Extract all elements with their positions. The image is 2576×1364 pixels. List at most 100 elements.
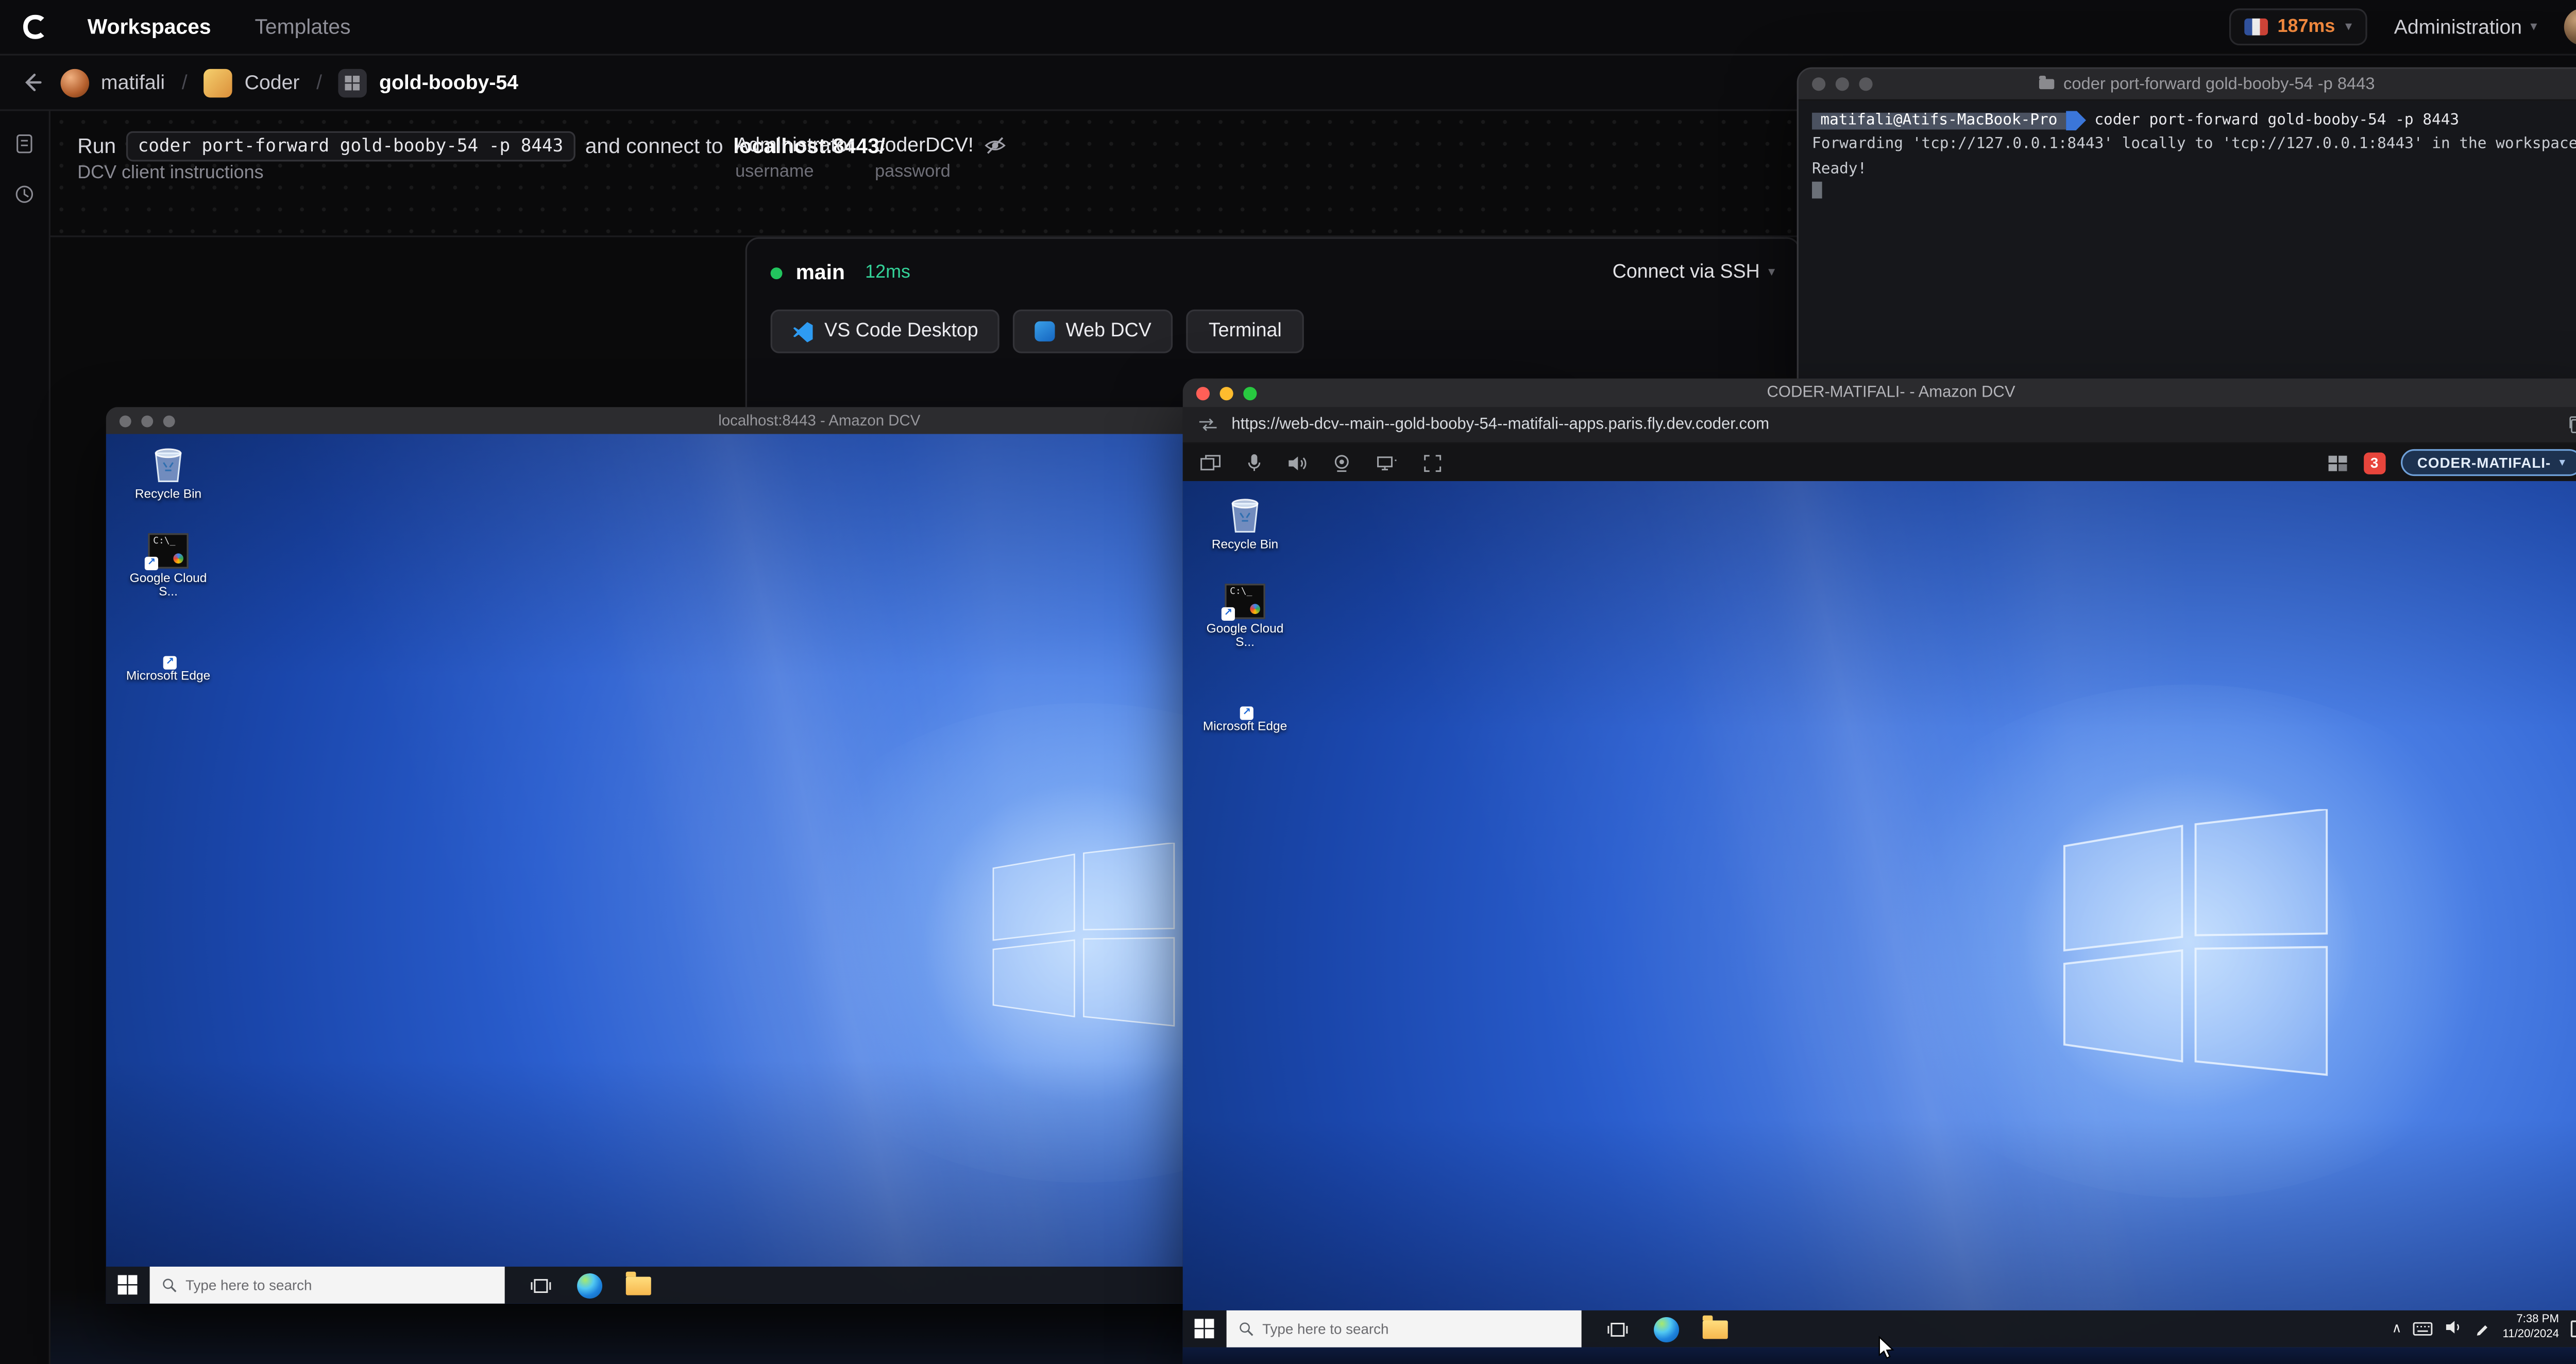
vscode-icon bbox=[793, 321, 813, 342]
copy-icon[interactable] bbox=[2567, 416, 2576, 434]
topbar-right: 187ms ▾ Administration ▾ ▾ bbox=[2228, 8, 2576, 46]
eye-off-icon[interactable] bbox=[984, 135, 1005, 154]
connect-label: and connect to bbox=[585, 134, 723, 158]
web-dcv-button[interactable]: Web DCV bbox=[1013, 309, 1174, 353]
edge-taskbar-icon[interactable] bbox=[1652, 1310, 1679, 1348]
url-text[interactable]: https://web-dcv--main--gold-booby-54--ma… bbox=[1231, 416, 2554, 434]
keyboard-icon[interactable] bbox=[2413, 1314, 2433, 1344]
breadcrumb-org[interactable]: Coder bbox=[204, 68, 299, 97]
stage: Workspaces Templates 187ms ▾ Administrat… bbox=[0, 0, 2576, 1364]
taskbar-search[interactable] bbox=[149, 1266, 505, 1304]
shortcut-arrow-icon: ↗ bbox=[144, 556, 158, 570]
back-button[interactable] bbox=[20, 71, 44, 94]
url-bar: https://web-dcv--main--gold-booby-54--ma… bbox=[1182, 407, 2576, 445]
taskbar-search[interactable] bbox=[1226, 1310, 1582, 1348]
agent-actions: VS Code Desktop Web DCV Terminal bbox=[747, 284, 1799, 353]
windows-session-icon[interactable] bbox=[1199, 453, 1221, 472]
france-flag-icon bbox=[2244, 18, 2267, 36]
pen-icon[interactable] bbox=[2476, 1314, 2490, 1344]
audit-log-icon[interactable] bbox=[13, 133, 35, 155]
user-avatar bbox=[2564, 8, 2576, 46]
file-explorer-icon[interactable] bbox=[624, 1267, 651, 1304]
task-view-icon[interactable] bbox=[527, 1267, 553, 1304]
task-view-icon[interactable] bbox=[1603, 1310, 1630, 1348]
left-rail bbox=[0, 111, 50, 1364]
window-controls bbox=[1812, 77, 1873, 91]
terminal-titlebar[interactable]: coder port-forward gold-booby-54 -p 8443 bbox=[1798, 69, 2576, 101]
terminal-button[interactable]: Terminal bbox=[1187, 309, 1304, 353]
session-menu-button[interactable]: CODER-MATIFALI- ▾ bbox=[2400, 449, 2576, 476]
minimize-button[interactable] bbox=[1835, 77, 1849, 91]
vscode-desktop-button[interactable]: VS Code Desktop bbox=[770, 309, 1001, 353]
windows-desktop[interactable]: Recycle Bin C:\_ ↗ Google Cloud S... ↗ Mi… bbox=[1182, 481, 2576, 1364]
coder-topbar: Workspaces Templates 187ms ▾ Administrat… bbox=[0, 0, 2576, 56]
start-button[interactable] bbox=[1183, 1310, 1227, 1348]
latency-chip[interactable]: 187ms ▾ bbox=[2228, 8, 2367, 46]
breadcrumb-separator: / bbox=[316, 71, 323, 94]
terminal-line: Ready! bbox=[1812, 161, 1867, 178]
search-input[interactable] bbox=[1262, 1320, 1570, 1338]
screenshare-icon[interactable] bbox=[2327, 453, 2348, 472]
start-button[interactable] bbox=[106, 1267, 150, 1304]
password-value: coderDCV! bbox=[875, 132, 974, 157]
connect-via-ssh-button[interactable]: Connect via SSH ▾ bbox=[1613, 262, 1775, 282]
password-label: password bbox=[875, 161, 951, 182]
zoom-button[interactable] bbox=[1243, 386, 1257, 400]
shortcut-arrow-icon: ↗ bbox=[1221, 606, 1235, 620]
google-cloud-shell-icon[interactable]: C:\_ ↗ Google Cloud S... bbox=[1198, 575, 1292, 651]
history-icon[interactable] bbox=[13, 183, 35, 205]
recycle-bin-icon[interactable]: Recycle Bin bbox=[1198, 491, 1292, 553]
terminal-output[interactable]: matifali@Atifs-MacBook-Pro coder port-for… bbox=[1799, 101, 2576, 216]
file-explorer-icon[interactable] bbox=[1701, 1310, 1728, 1348]
minimize-button[interactable] bbox=[1219, 386, 1233, 400]
action-center-icon[interactable] bbox=[2570, 1320, 2576, 1338]
port-forward-command[interactable]: coder port-forward gold-booby-54 -p 8443 bbox=[126, 131, 575, 162]
microsoft-edge-icon[interactable]: ↗ Microsoft Edge bbox=[1198, 673, 1292, 735]
search-input[interactable] bbox=[185, 1276, 493, 1294]
speaker-icon[interactable] bbox=[1287, 453, 1307, 472]
administration-label: Administration bbox=[2394, 15, 2522, 39]
administration-menu[interactable]: Administration ▾ bbox=[2394, 15, 2537, 39]
nav-templates[interactable]: Templates bbox=[255, 15, 350, 39]
password-credential: coderDCV! password bbox=[875, 133, 1006, 182]
terminal-cursor bbox=[1812, 182, 1822, 199]
user-menu[interactable]: ▾ bbox=[2564, 8, 2576, 46]
username-label: username bbox=[735, 161, 814, 182]
google-cloud-shell-icon[interactable]: C:\_ ↗ Google Cloud S... bbox=[121, 524, 215, 601]
notification-badge[interactable]: 3 bbox=[2363, 451, 2385, 474]
system-tray: ∧ 7:38 PM 11/20/2024 bbox=[2392, 1310, 2576, 1348]
username-value: Administrator bbox=[735, 132, 854, 157]
close-button[interactable] bbox=[1812, 77, 1826, 91]
volume-icon[interactable] bbox=[2445, 1314, 2464, 1344]
edge-taskbar-icon[interactable] bbox=[575, 1267, 602, 1304]
tray-date: 11/20/2024 bbox=[2502, 1328, 2559, 1341]
zoom-button[interactable] bbox=[1859, 77, 1873, 91]
terminal-command: coder port-forward gold-booby-54 -p 8443 bbox=[2094, 112, 2460, 130]
fullscreen-icon[interactable] bbox=[1423, 453, 1442, 472]
prompt-host: matifali@Atifs-MacBook-Pro bbox=[1812, 112, 2066, 129]
breadcrumb-user[interactable]: matifali bbox=[60, 68, 165, 97]
breadcrumb-separator: / bbox=[181, 71, 188, 94]
remote-dcv-window: CODER-MATIFALI- - Amazon DCV https://web… bbox=[1182, 378, 2576, 1364]
webcam-icon[interactable] bbox=[1332, 453, 1351, 472]
remote-dcv-title: CODER-MATIFALI- - Amazon DCV bbox=[1767, 383, 2015, 402]
dcv-client-instructions-link[interactable]: DCV client instructions bbox=[77, 163, 263, 183]
coder-logo[interactable] bbox=[20, 12, 50, 42]
nav-workspaces[interactable]: Workspaces bbox=[88, 15, 211, 39]
tray-expand-icon[interactable]: ∧ bbox=[2392, 1321, 2401, 1336]
microsoft-edge-icon[interactable]: ↗ Microsoft Edge bbox=[121, 622, 215, 684]
close-button[interactable] bbox=[119, 414, 131, 427]
prompt-arrow-icon bbox=[2065, 110, 2086, 131]
zoom-button[interactable] bbox=[163, 414, 175, 427]
search-icon bbox=[163, 1278, 177, 1292]
taskbar-clock[interactable]: 7:38 PM 11/20/2024 bbox=[2503, 1314, 2559, 1344]
recycle-bin-icon[interactable]: Recycle Bin bbox=[121, 441, 215, 503]
displays-icon[interactable] bbox=[1376, 453, 1398, 472]
microphone-icon[interactable] bbox=[1247, 452, 1262, 472]
minimize-button[interactable] bbox=[141, 414, 154, 427]
remote-dcv-titlebar[interactable]: CODER-MATIFALI- - Amazon DCV bbox=[1182, 378, 2576, 407]
close-button[interactable] bbox=[1196, 386, 1210, 400]
desktop-icons: Recycle Bin C:\_ ↗ Google Cloud S... ↗ Mi… bbox=[121, 441, 215, 684]
breadcrumb-workspace[interactable]: gold-booby-54 bbox=[338, 68, 518, 97]
screen: Workspaces Templates 187ms ▾ Administrat… bbox=[0, 0, 2576, 1364]
